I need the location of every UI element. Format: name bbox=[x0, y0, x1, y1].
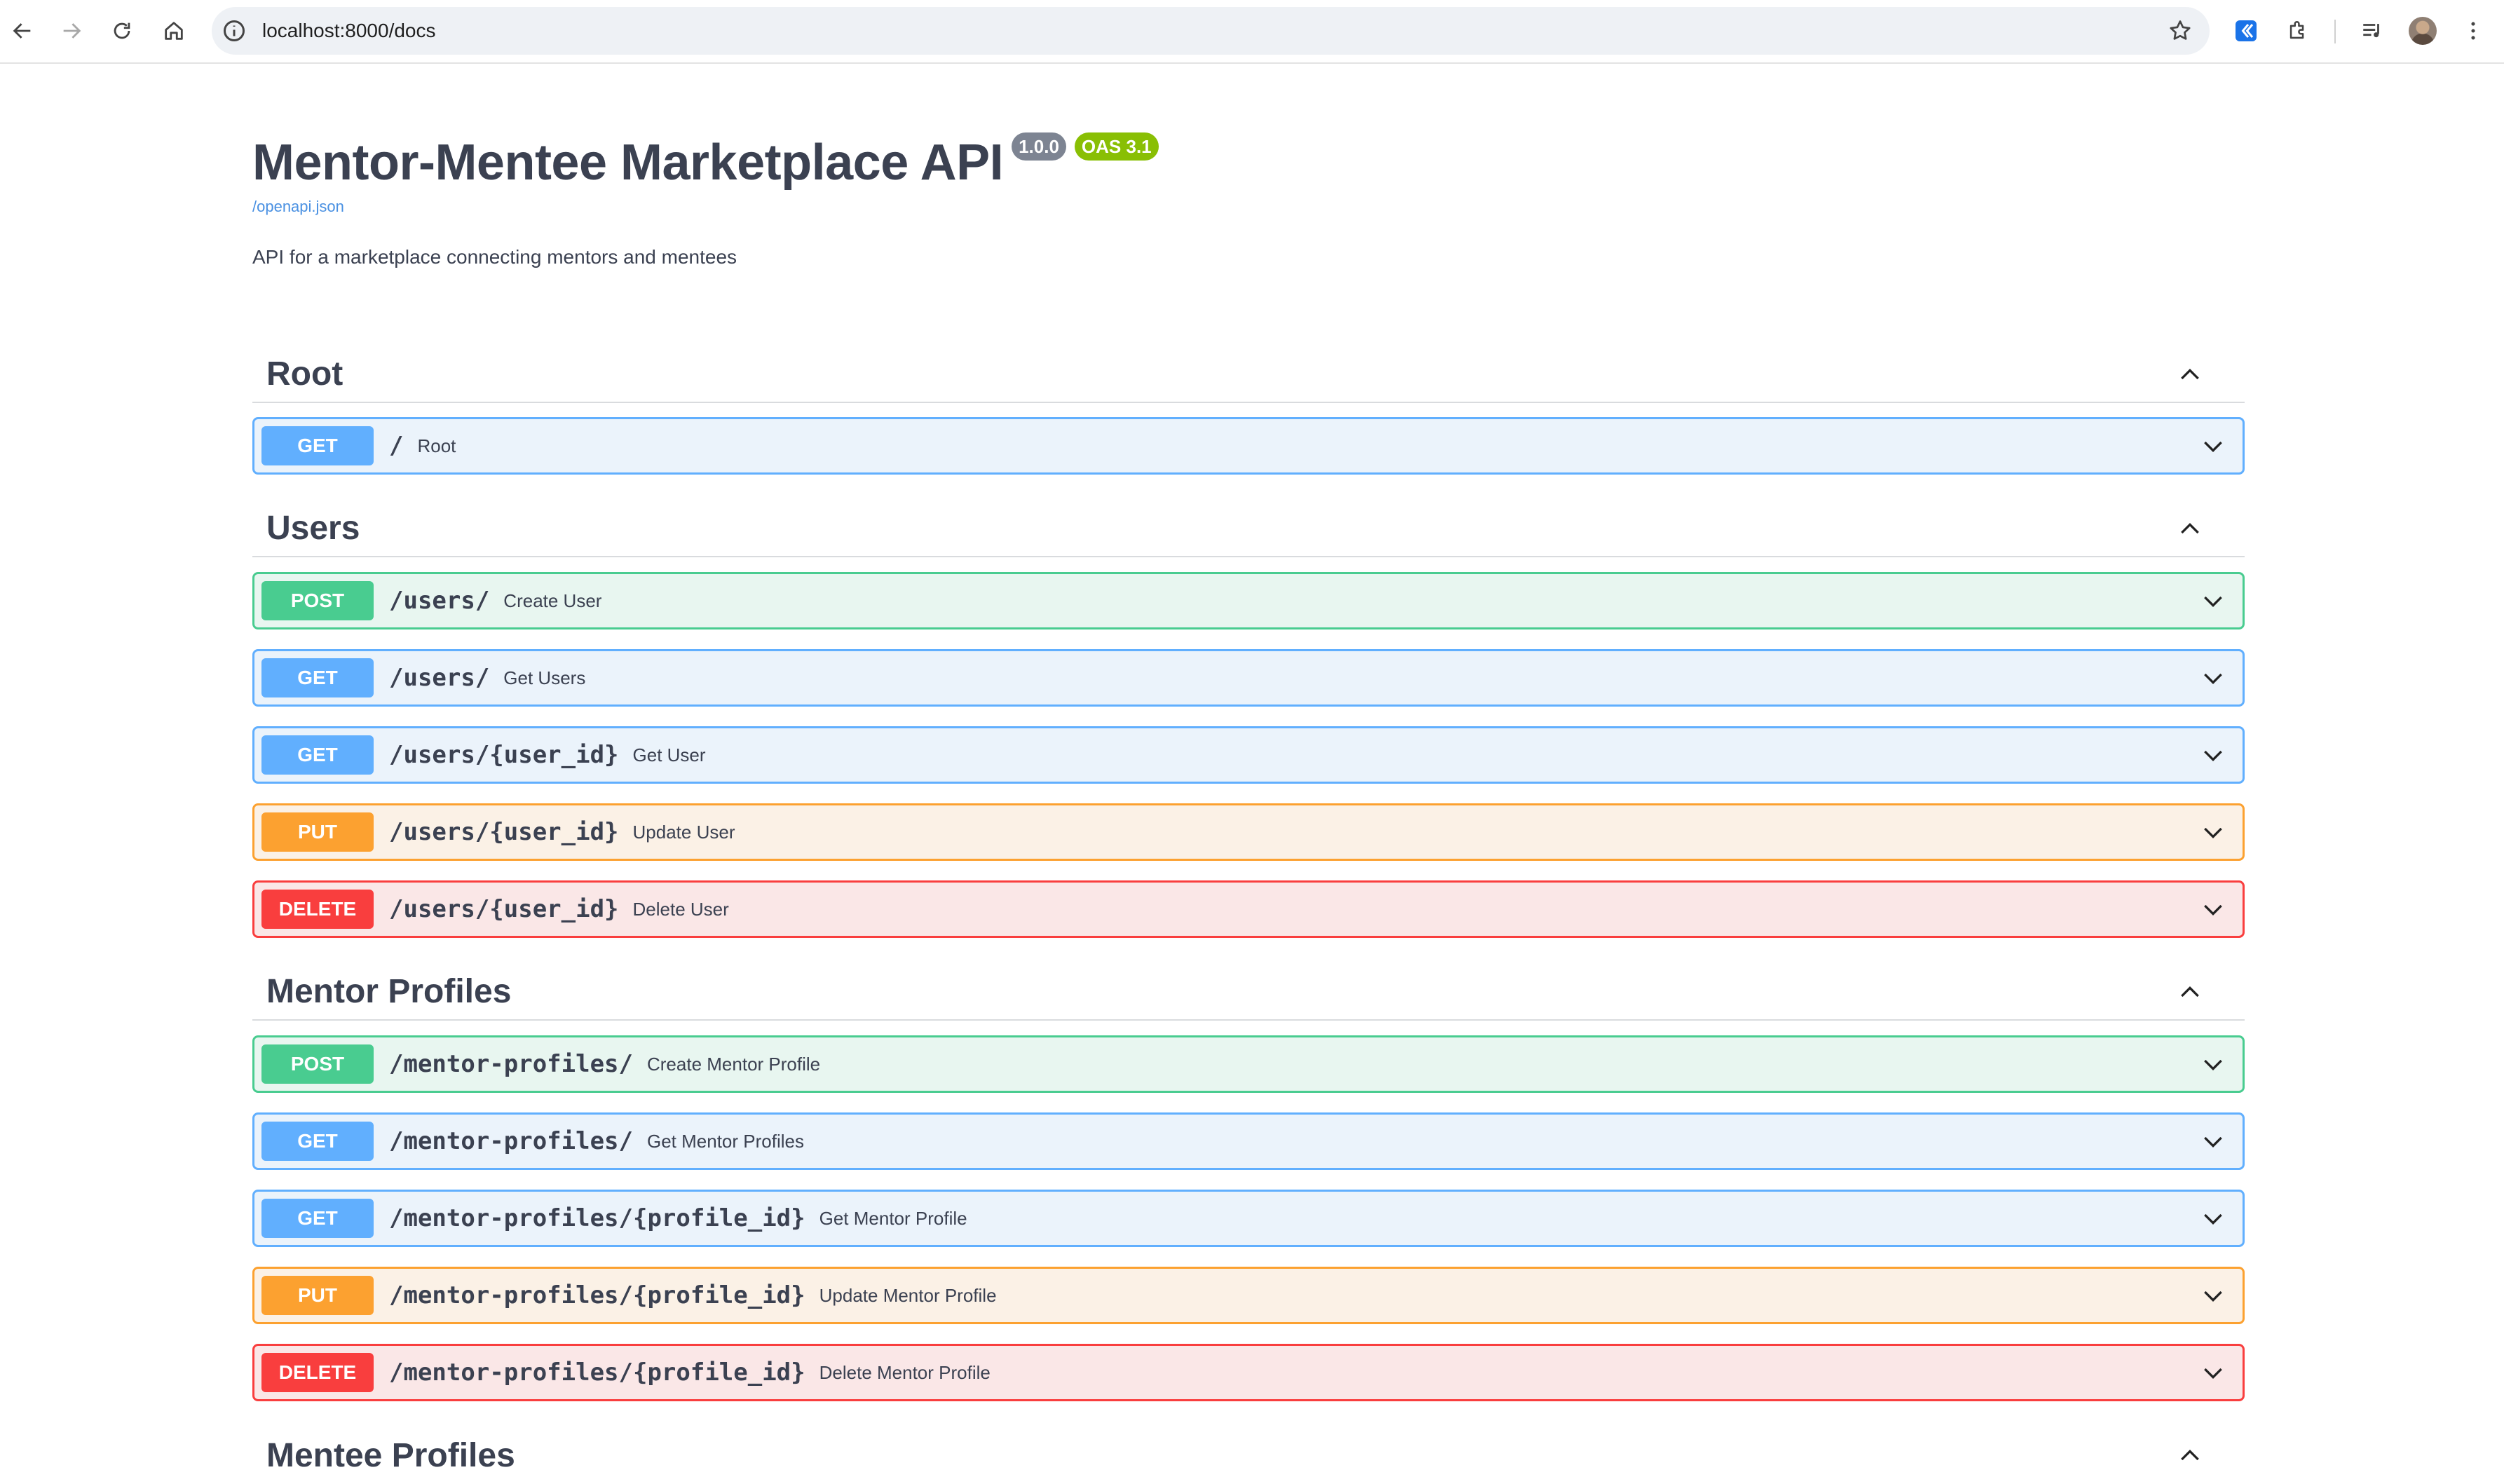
operation-summary: Get User bbox=[632, 744, 706, 765]
operation-path: /mentor-profiles/{profile_id} bbox=[389, 1359, 805, 1387]
operation-summary: Get Users bbox=[503, 667, 586, 688]
operation-path: /users/{user_id} bbox=[389, 741, 619, 769]
method-badge: POST bbox=[261, 1044, 374, 1084]
api-info-header: Mentor-Mentee Marketplace API 1.0.0 OAS … bbox=[252, 132, 1159, 196]
chevron-up-icon[interactable] bbox=[2176, 515, 2204, 543]
media-control-button[interactable] bbox=[2357, 15, 2388, 46]
tag-name: Mentee Profiles bbox=[266, 1436, 515, 1474]
method-badge: POST bbox=[261, 581, 374, 620]
operation-summary: Get Mentor Profile bbox=[819, 1207, 967, 1229]
reload-icon bbox=[114, 22, 130, 39]
operation-summary: Update Mentor Profile bbox=[819, 1284, 997, 1306]
tag-header-users[interactable]: Users bbox=[252, 500, 2245, 557]
extensions-menu-button[interactable] bbox=[2282, 15, 2313, 46]
tag-name: Root bbox=[266, 355, 343, 393]
operation-put-mentor-profile[interactable]: PUT /mentor-profiles/{profile_id} Update… bbox=[252, 1267, 2245, 1324]
method-badge: GET bbox=[261, 735, 374, 775]
chevron-down-icon[interactable] bbox=[2199, 818, 2227, 846]
method-badge: GET bbox=[261, 1199, 374, 1238]
extension-button[interactable] bbox=[2231, 15, 2261, 46]
arrow-right-icon bbox=[63, 23, 81, 39]
operation-path: /mentor-profiles/ bbox=[389, 1127, 633, 1155]
chevron-down-icon[interactable] bbox=[2199, 1127, 2227, 1155]
browser-menu-button[interactable] bbox=[2458, 15, 2489, 46]
operation-summary: Delete User bbox=[632, 898, 729, 920]
chevron-down-icon[interactable] bbox=[2199, 432, 2227, 460]
operation-get-user[interactable]: GET /users/{user_id} Get User bbox=[252, 726, 2245, 784]
chevron-down-icon[interactable] bbox=[2199, 1050, 2227, 1078]
oas-badge: OAS 3.1 bbox=[1074, 132, 1159, 161]
method-badge: DELETE bbox=[261, 1353, 374, 1392]
operation-get-users[interactable]: GET /users/ Get Users bbox=[252, 649, 2245, 707]
browser-toolbar: localhost:8000/docs bbox=[0, 0, 2504, 64]
chevron-up-icon[interactable] bbox=[2176, 1442, 2204, 1470]
operation-summary: Get Mentor Profiles bbox=[647, 1130, 804, 1152]
openapi-json-link[interactable]: /openapi.json bbox=[252, 198, 344, 216]
api-title: Mentor-Mentee Marketplace API bbox=[252, 135, 1004, 191]
operation-summary: Delete Mentor Profile bbox=[819, 1361, 991, 1383]
operation-path: /mentor-profiles/ bbox=[389, 1050, 633, 1078]
chevron-up-icon[interactable] bbox=[2176, 979, 2204, 1007]
arrow-left-icon bbox=[13, 23, 31, 39]
url-text: localhost:8000/docs bbox=[262, 20, 436, 41]
chevron-down-icon[interactable] bbox=[2199, 741, 2227, 769]
toolbar-divider bbox=[2334, 20, 2336, 43]
operation-summary: Root bbox=[417, 435, 456, 456]
operation-path: /users/{user_id} bbox=[389, 895, 619, 923]
api-description: API for a marketplace connecting mentors… bbox=[252, 246, 737, 268]
bookmark-star-icon[interactable] bbox=[2168, 18, 2193, 43]
method-badge: GET bbox=[261, 426, 374, 465]
operation-get-root[interactable]: GET / Root bbox=[252, 417, 2245, 475]
operation-path: / bbox=[389, 432, 404, 460]
puzzle-icon bbox=[2289, 21, 2304, 39]
operation-summary: Create User bbox=[503, 590, 602, 611]
operation-path: /mentor-profiles/{profile_id} bbox=[389, 1204, 805, 1232]
version-badge: 1.0.0 bbox=[1012, 132, 1066, 161]
home-button[interactable] bbox=[158, 15, 189, 46]
operation-delete-mentor-profile[interactable]: DELETE /mentor-profiles/{profile_id} Del… bbox=[252, 1344, 2245, 1401]
tag-header-root[interactable]: Root bbox=[252, 346, 2245, 403]
operation-path: /mentor-profiles/{profile_id} bbox=[389, 1281, 805, 1309]
operation-path: /users/{user_id} bbox=[389, 818, 619, 846]
back-button[interactable] bbox=[7, 15, 38, 46]
address-bar[interactable]: localhost:8000/docs bbox=[212, 7, 2210, 55]
operation-post-mentor-profiles[interactable]: POST /mentor-profiles/ Create Mentor Pro… bbox=[252, 1035, 2245, 1093]
operation-delete-user[interactable]: DELETE /users/{user_id} Delete User bbox=[252, 880, 2245, 938]
tag-name: Users bbox=[266, 509, 360, 547]
operation-path: /users/ bbox=[389, 664, 490, 692]
reload-button[interactable] bbox=[107, 15, 137, 46]
profile-avatar[interactable] bbox=[2409, 17, 2437, 45]
operation-put-user[interactable]: PUT /users/{user_id} Update User bbox=[252, 803, 2245, 861]
forward-button[interactable] bbox=[56, 15, 87, 46]
operation-get-mentor-profiles[interactable]: GET /mentor-profiles/ Get Mentor Profile… bbox=[252, 1112, 2245, 1170]
chevron-down-icon[interactable] bbox=[2199, 895, 2227, 923]
method-badge: PUT bbox=[261, 1276, 374, 1315]
operation-post-users[interactable]: POST /users/ Create User bbox=[252, 572, 2245, 629]
method-badge: DELETE bbox=[261, 890, 374, 929]
method-badge: PUT bbox=[261, 812, 374, 852]
chevron-up-icon[interactable] bbox=[2176, 361, 2204, 389]
extension-logo-icon bbox=[2236, 20, 2257, 41]
chevron-down-icon[interactable] bbox=[2199, 664, 2227, 692]
chevron-down-icon[interactable] bbox=[2199, 1281, 2227, 1309]
chevron-down-icon[interactable] bbox=[2199, 1204, 2227, 1232]
tag-header-mentor-profiles[interactable]: Mentor Profiles bbox=[252, 963, 2245, 1021]
kebab-menu-icon bbox=[2471, 22, 2475, 40]
tag-name: Mentor Profiles bbox=[266, 972, 512, 1010]
operation-path: /users/ bbox=[389, 587, 490, 615]
home-icon bbox=[165, 22, 183, 40]
method-badge: GET bbox=[261, 658, 374, 697]
operation-get-mentor-profile[interactable]: GET /mentor-profiles/{profile_id} Get Me… bbox=[252, 1190, 2245, 1247]
chevron-down-icon[interactable] bbox=[2199, 587, 2227, 615]
tag-header-mentee-profiles[interactable]: Mentee Profiles bbox=[252, 1427, 2245, 1484]
playlist-icon bbox=[2363, 24, 2379, 38]
site-info-icon[interactable] bbox=[222, 18, 247, 43]
operation-summary: Update User bbox=[632, 821, 735, 843]
method-badge: GET bbox=[261, 1122, 374, 1161]
operation-summary: Create Mentor Profile bbox=[647, 1053, 821, 1075]
chevron-down-icon[interactable] bbox=[2199, 1359, 2227, 1387]
